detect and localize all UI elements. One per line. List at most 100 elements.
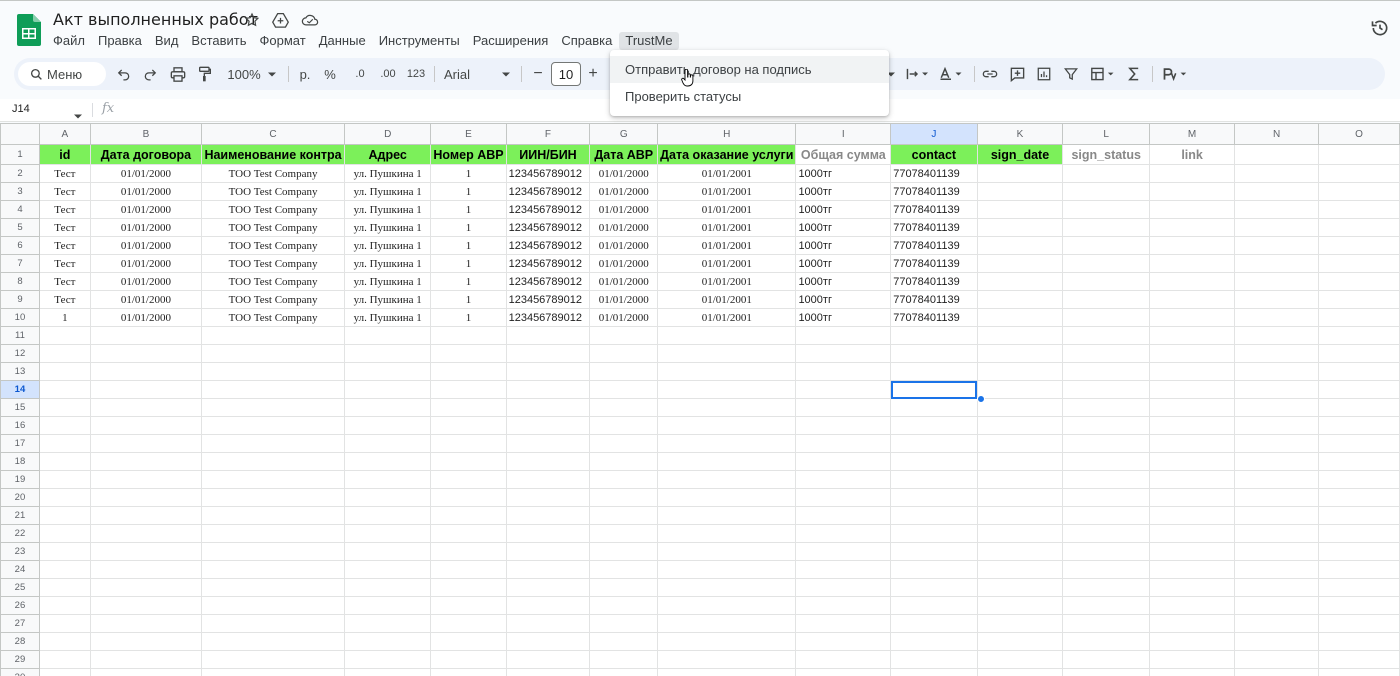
cell-service-date[interactable]: [657, 578, 797, 597]
cell-link[interactable]: [1148, 236, 1236, 255]
cell-avr-number[interactable]: [430, 362, 507, 381]
cell-counterparty[interactable]: [201, 668, 345, 676]
move-to-drive-icon[interactable]: [271, 10, 290, 29]
cell-contact[interactable]: [890, 488, 978, 507]
cell-link[interactable]: [1148, 578, 1236, 597]
cell-total[interactable]: [795, 452, 892, 471]
cell[interactable]: [1317, 434, 1400, 453]
row-header[interactable]: 15: [0, 398, 40, 417]
cell-sign-status[interactable]: [1062, 452, 1150, 471]
cell[interactable]: [1234, 650, 1319, 669]
column-header[interactable]: F: [505, 123, 591, 145]
menu-insert[interactable]: Вставить: [185, 32, 252, 50]
cell-sign-status[interactable]: [1062, 254, 1150, 273]
font-select[interactable]: Arial: [444, 58, 494, 90]
cell[interactable]: [1234, 254, 1319, 273]
cell[interactable]: [1234, 596, 1319, 615]
cell-sign-status[interactable]: [1062, 434, 1150, 453]
cell[interactable]: [1234, 452, 1319, 471]
cell-avr-date[interactable]: [589, 524, 659, 543]
cell-link[interactable]: [1148, 362, 1236, 381]
cell[interactable]: [1234, 218, 1319, 237]
cell-id[interactable]: 1: [38, 308, 91, 327]
cell-total[interactable]: [795, 398, 892, 417]
cell-avr-number[interactable]: 1: [430, 236, 507, 255]
cell-iin-bin[interactable]: [505, 488, 591, 507]
cell-total[interactable]: [795, 542, 892, 561]
cell-avr-date[interactable]: [589, 614, 659, 633]
column-header[interactable]: M: [1148, 123, 1236, 145]
cell-sign-date[interactable]: [976, 308, 1064, 327]
row-header[interactable]: 20: [0, 488, 40, 507]
cell-id[interactable]: [38, 542, 91, 561]
row-header[interactable]: 22: [0, 524, 40, 543]
cell-contact[interactable]: 77078401139: [890, 164, 978, 183]
cell-total[interactable]: 1000тг: [795, 200, 892, 219]
cell-iin-bin[interactable]: 123456789012: [505, 200, 591, 219]
cell-service-date[interactable]: 01/01/2001: [657, 182, 797, 201]
cell-id[interactable]: Тест: [38, 272, 91, 291]
cell[interactable]: [1234, 434, 1319, 453]
cell-total[interactable]: [795, 560, 892, 579]
cell-sign-date[interactable]: [976, 182, 1064, 201]
cell-sign-date[interactable]: [976, 362, 1064, 381]
cell-link[interactable]: [1148, 254, 1236, 273]
cloud-status-icon[interactable]: [300, 10, 319, 29]
cell-contact[interactable]: 77078401139: [890, 290, 978, 309]
cell-avr-date[interactable]: 01/01/2000: [589, 308, 659, 327]
cell-counterparty[interactable]: [201, 452, 345, 471]
cell-contact[interactable]: [890, 632, 978, 651]
row-header[interactable]: 23: [0, 542, 40, 561]
cell-id[interactable]: Тест: [38, 200, 91, 219]
cell-address[interactable]: [343, 362, 432, 381]
cell-contract-date[interactable]: 01/01/2000: [89, 236, 203, 255]
cell-sign-status[interactable]: [1062, 632, 1150, 651]
row-header[interactable]: 28: [0, 632, 40, 651]
cell[interactable]: [1234, 398, 1319, 417]
cell-address[interactable]: ул. Пушкина 1: [343, 236, 432, 255]
cell[interactable]: [1317, 506, 1400, 525]
cell-link[interactable]: [1148, 218, 1236, 237]
cell-address[interactable]: [343, 344, 432, 363]
cell-contact[interactable]: [890, 452, 978, 471]
cell-iin-bin[interactable]: 123456789012: [505, 290, 591, 309]
cell-sign-date[interactable]: [976, 236, 1064, 255]
cell-id[interactable]: [38, 668, 91, 676]
cell-total[interactable]: [795, 362, 892, 381]
cell-avr-number[interactable]: [430, 452, 507, 471]
cell-service-date[interactable]: [657, 344, 797, 363]
cell-service-date[interactable]: 01/01/2001: [657, 254, 797, 273]
cell-total[interactable]: 1000тг: [795, 236, 892, 255]
cell-sign-status[interactable]: [1062, 290, 1150, 309]
cell-iin-bin[interactable]: [505, 560, 591, 579]
cell-address[interactable]: [343, 632, 432, 651]
cell-counterparty[interactable]: [201, 632, 345, 651]
cell-avr-date[interactable]: [589, 416, 659, 435]
header-cell-counterparty[interactable]: Наименование контра: [201, 144, 345, 165]
cell-avr-number[interactable]: [430, 650, 507, 669]
cell-counterparty[interactable]: [201, 398, 345, 417]
cell[interactable]: [1234, 668, 1319, 676]
cell-avr-date[interactable]: [589, 398, 659, 417]
cell-sign-status[interactable]: [1062, 380, 1150, 399]
cell[interactable]: [1317, 272, 1400, 291]
row-header[interactable]: 8: [0, 272, 40, 291]
cell-avr-date[interactable]: [589, 542, 659, 561]
cell-contract-date[interactable]: 01/01/2000: [89, 200, 203, 219]
cell-contract-date[interactable]: 01/01/2000: [89, 164, 203, 183]
cell-iin-bin[interactable]: 123456789012: [505, 182, 591, 201]
cell-contract-date[interactable]: 01/01/2000: [89, 254, 203, 273]
cell-contact[interactable]: [890, 398, 978, 417]
cell-total[interactable]: [795, 578, 892, 597]
cell-address[interactable]: [343, 596, 432, 615]
cell-service-date[interactable]: [657, 614, 797, 633]
cell-avr-number[interactable]: 1: [430, 164, 507, 183]
cell-contact[interactable]: 77078401139: [890, 272, 978, 291]
cell-avr-number[interactable]: [430, 380, 507, 399]
cell-address[interactable]: ул. Пушкина 1: [343, 290, 432, 309]
cell-id[interactable]: [38, 506, 91, 525]
cell-total[interactable]: 1000тг: [795, 182, 892, 201]
cell-id[interactable]: Тест: [38, 236, 91, 255]
row-header[interactable]: 2: [0, 164, 40, 183]
menu-data[interactable]: Данные: [313, 32, 372, 50]
